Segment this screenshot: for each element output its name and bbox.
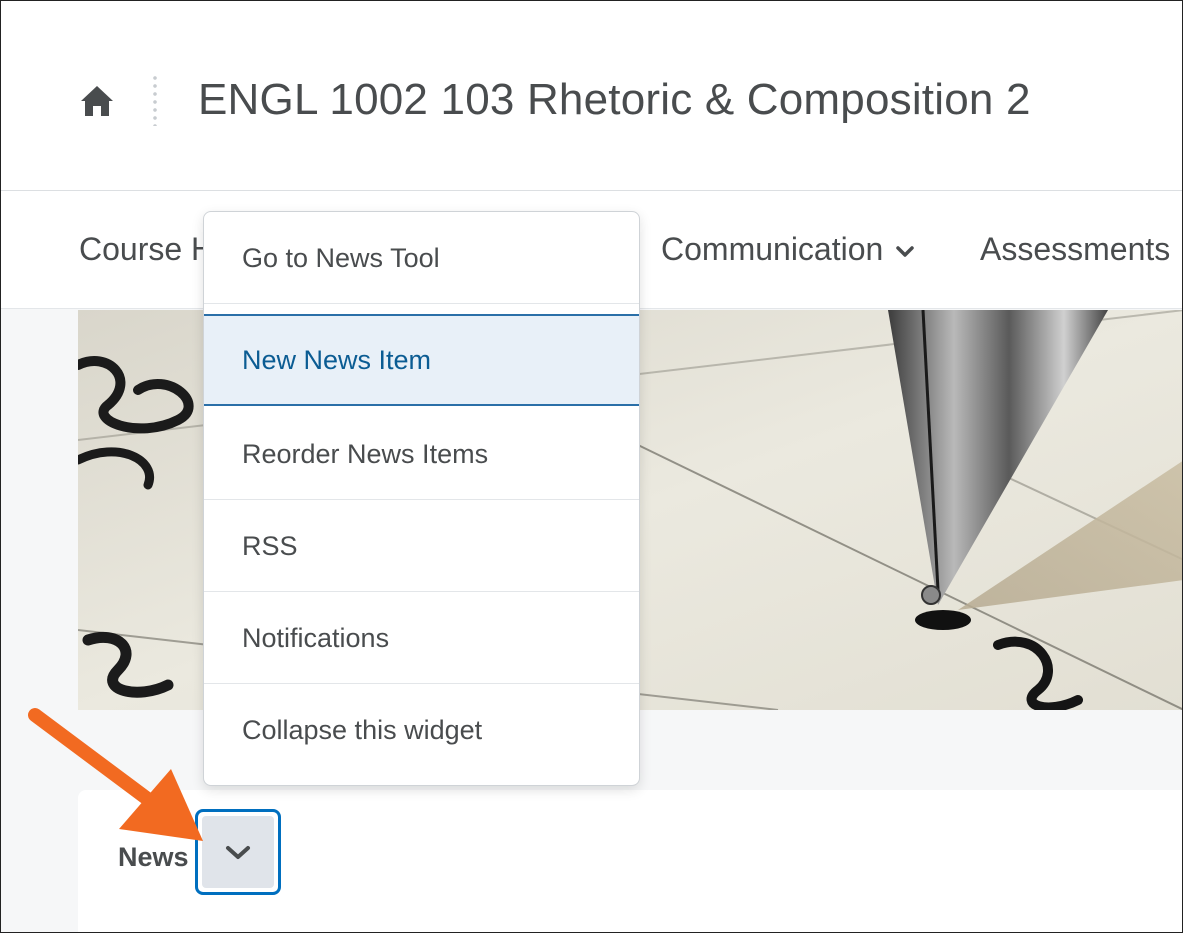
menu-item-reorder-news-items[interactable]: Reorder News Items <box>204 408 639 500</box>
menu-item-new-news-item[interactable]: New News Item <box>204 314 639 406</box>
home-icon[interactable] <box>79 84 115 118</box>
nav-item-communication[interactable]: Communication <box>661 231 915 268</box>
nav-item-label: Course H <box>79 231 215 267</box>
nav-item-label: Communication <box>661 231 884 267</box>
menu-item-rss[interactable]: RSS <box>204 500 639 592</box>
course-title[interactable]: ENGL 1002 103 Rhetoric & Composition 2 <box>198 75 1031 125</box>
news-options-menu: Go to News Tool New News Item Reorder Ne… <box>203 211 640 786</box>
menu-item-go-to-news-tool[interactable]: Go to News Tool <box>204 212 639 304</box>
chevron-down-icon <box>226 846 250 859</box>
nav-item-label: Assessments <box>980 231 1171 267</box>
chevron-down-icon <box>896 245 915 257</box>
course-header: ENGL 1002 103 Rhetoric & Composition 2 <box>1 1 1182 191</box>
header-divider <box>153 74 157 126</box>
nav-item-assessments[interactable]: Assessments <box>980 231 1170 268</box>
arrow-icon <box>28 708 203 841</box>
menu-item-notifications[interactable]: Notifications <box>204 592 639 684</box>
news-widget: News <box>78 790 1182 932</box>
page-frame: ENGL 1002 103 Rhetoric & Composition 2 C… <box>0 0 1183 933</box>
menu-item-collapse-widget[interactable]: Collapse this widget <box>204 684 639 776</box>
nav-item-course-home[interactable]: Course H <box>79 231 214 268</box>
